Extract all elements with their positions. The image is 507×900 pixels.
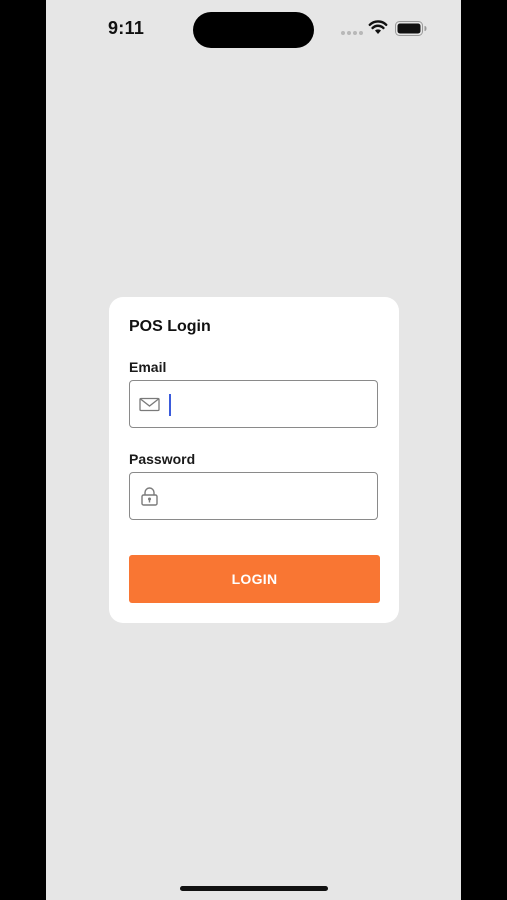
phone-screen: 9:11 POS Login Email Password LOGIN	[46, 0, 461, 900]
text-caret	[169, 394, 171, 416]
password-input-box[interactable]	[129, 472, 378, 520]
email-input[interactable]	[168, 389, 368, 419]
email-input-box[interactable]	[129, 380, 378, 428]
wifi-icon	[368, 20, 388, 34]
dynamic-island	[193, 12, 314, 48]
status-bar: 9:11	[46, 0, 461, 60]
mail-icon	[139, 397, 160, 412]
email-label: Email	[129, 359, 167, 375]
password-label: Password	[129, 451, 196, 467]
login-title: POS Login	[129, 318, 211, 335]
login-button[interactable]: LOGIN	[129, 555, 380, 603]
home-indicator	[180, 886, 328, 891]
login-card: POS Login Email Password LOGIN	[109, 297, 399, 623]
password-input[interactable]	[168, 481, 368, 511]
cellular-signal-icon	[341, 31, 363, 35]
status-time: 9:11	[108, 18, 145, 38]
lock-icon	[141, 487, 158, 506]
battery-icon	[395, 21, 427, 36]
